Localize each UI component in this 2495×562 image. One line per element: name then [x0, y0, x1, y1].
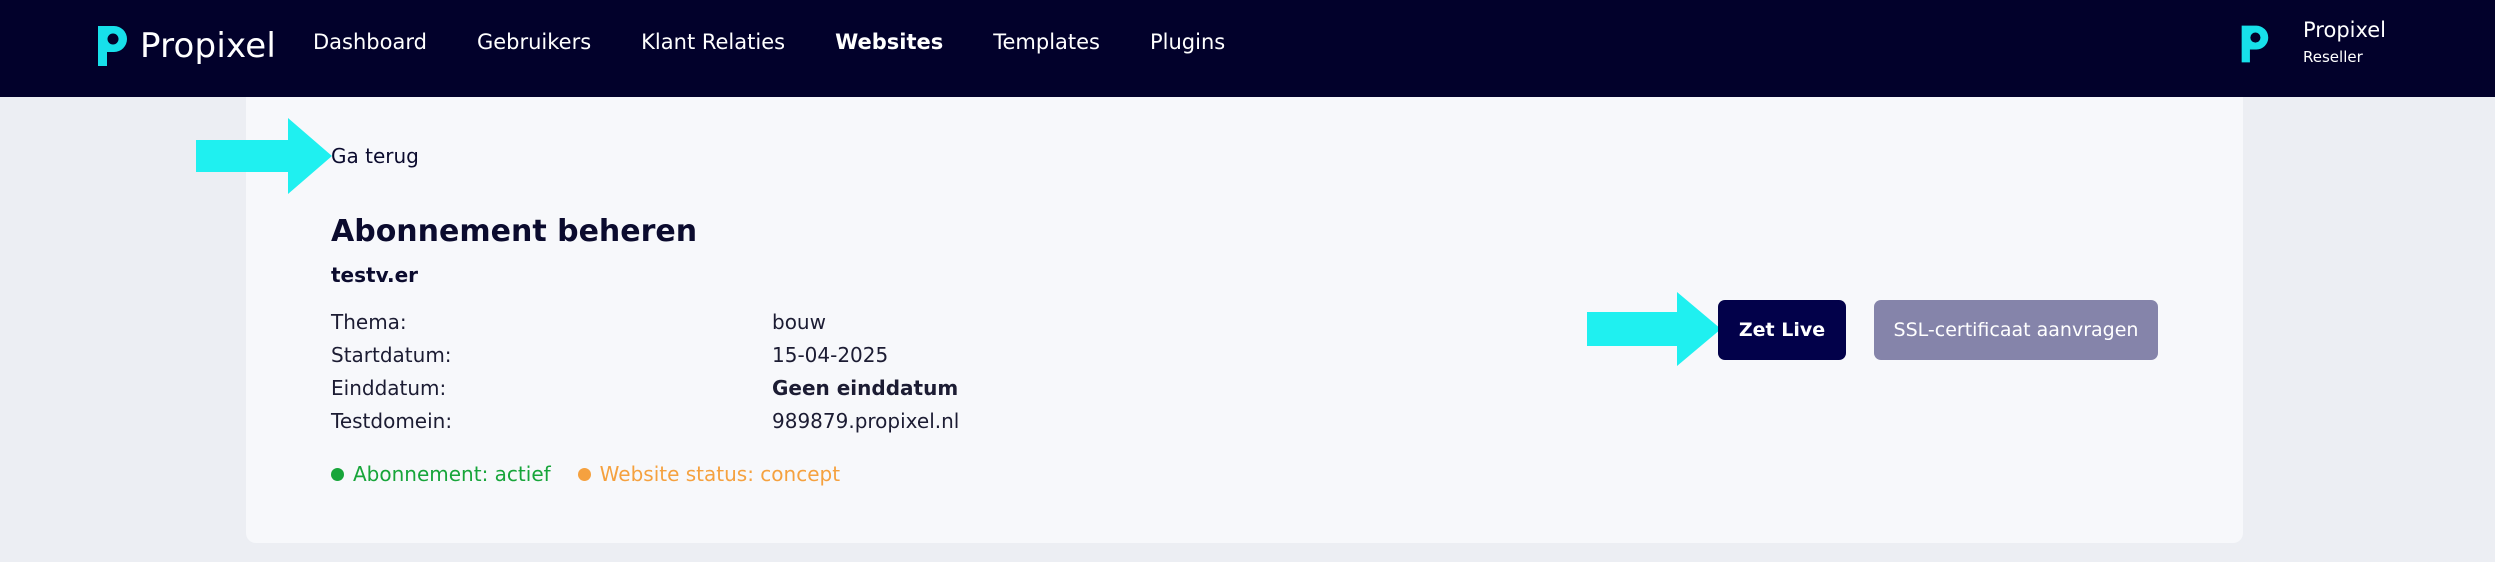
detail-row-testdomein: Testdomein: 989879.propixel.nl [331, 404, 959, 437]
request-ssl-button[interactable]: SSL-certificaat aanvragen [1874, 300, 2158, 360]
subscription-details: Thema: bouw Startdatum: 15-04-2025 Eindd… [331, 305, 959, 437]
status-dot-icon [331, 467, 344, 481]
detail-label: Testdomein: [331, 408, 453, 433]
detail-value: Geen einddatum [772, 375, 959, 400]
detail-label: Einddatum: [331, 375, 447, 400]
user-info: Propixel Reseller [2303, 18, 2386, 66]
main-nav: Dashboard Gebruikers Klant Relaties Webs… [313, 30, 1225, 54]
user-menu[interactable]: Propixel Reseller [2238, 18, 2386, 66]
nav-dashboard[interactable]: Dashboard [313, 30, 427, 54]
nav-websites[interactable]: Websites [835, 30, 943, 54]
website-status-text: Website status: concept [599, 462, 841, 486]
user-avatar-logo-icon [2241, 25, 2269, 63]
go-live-button[interactable]: Zet Live [1718, 300, 1846, 360]
top-navigation-bar: Propixel Dashboard Gebruikers Klant Rela… [0, 0, 2495, 97]
detail-label: Thema: [331, 309, 407, 334]
website-status: Website status: concept [577, 462, 841, 486]
nav-plugins[interactable]: Plugins [1150, 30, 1225, 54]
user-name: Propixel [2303, 18, 2387, 42]
nav-klant-relaties[interactable]: Klant Relaties [641, 30, 785, 54]
detail-label: Startdatum: [331, 342, 452, 367]
propixel-logo-icon [98, 26, 127, 66]
status-dot-icon [577, 467, 591, 481]
page-title: Abonnement beheren [331, 214, 698, 249]
detail-row-startdatum: Startdatum: 15-04-2025 [331, 338, 959, 371]
back-link[interactable]: Ga terug [331, 144, 419, 168]
arrow-right-icon [1587, 292, 1721, 366]
user-role: Reseller [2303, 48, 2363, 66]
arrow-right-icon [196, 118, 332, 194]
detail-row-einddatum: Einddatum: Geen einddatum [331, 371, 959, 404]
status-row: Abonnement: actief Website status: conce… [331, 462, 867, 486]
subscription-status: Abonnement: actief [331, 462, 551, 486]
detail-value: 15-04-2025 [772, 342, 889, 367]
brand-logo[interactable]: Propixel [94, 20, 276, 72]
brand-name: Propixel [140, 26, 277, 66]
domain-name: testv.er [331, 263, 419, 287]
detail-value: 989879.propixel.nl [772, 408, 960, 433]
subscription-status-text: Abonnement: actief [353, 462, 551, 486]
nav-templates[interactable]: Templates [993, 30, 1100, 54]
detail-row-thema: Thema: bouw [331, 305, 959, 338]
detail-value: bouw [772, 309, 826, 334]
nav-gebruikers[interactable]: Gebruikers [477, 30, 591, 54]
